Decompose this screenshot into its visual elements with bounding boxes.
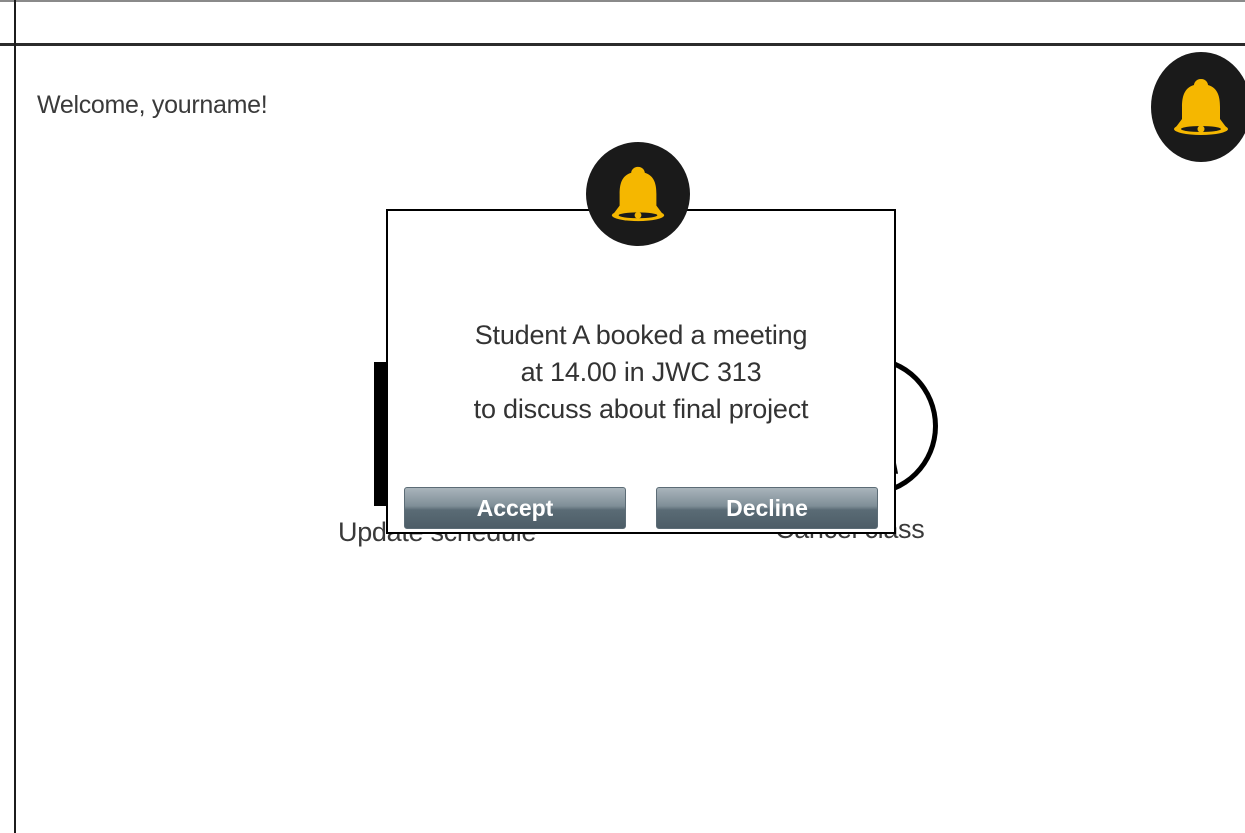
bell-icon [1174, 79, 1228, 135]
decline-button[interactable]: Decline [656, 487, 878, 529]
message-line: Student A booked a meeting [474, 320, 808, 350]
message-line: at 14.00 in JWC 313 [520, 357, 762, 387]
notification-popup: Student A booked a meeting at 14.00 in J… [386, 209, 896, 534]
popup-bell-badge [586, 142, 690, 246]
bell-icon [611, 166, 665, 222]
accept-button[interactable]: Accept [404, 487, 626, 529]
message-line: to discuss about final project [473, 394, 809, 424]
welcome-message: Welcome, yourname! [37, 91, 268, 119]
notification-bell-button[interactable] [1151, 52, 1245, 162]
popup-actions: Accept Decline [388, 487, 894, 529]
notification-message: Student A booked a meeting at 14.00 in J… [388, 317, 894, 428]
